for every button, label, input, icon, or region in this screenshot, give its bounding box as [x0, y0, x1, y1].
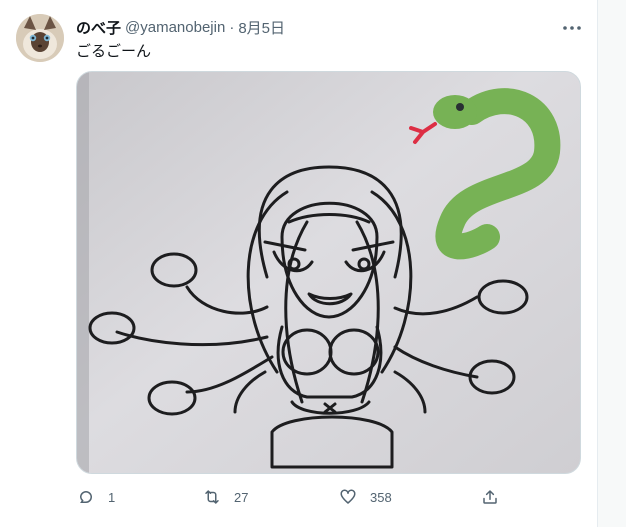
separator-dot: · — [229, 19, 235, 36]
like-icon — [338, 487, 358, 507]
medusa-drawing-photo — [77, 72, 580, 473]
tweet-text: ごるごーん — [76, 43, 152, 60]
avatar[interactable] — [16, 14, 64, 62]
like-count: 358 — [370, 489, 392, 505]
retweet-button[interactable]: 27 — [202, 484, 248, 510]
author-handle[interactable]: @yamanobejin — [125, 19, 225, 36]
share-icon — [480, 487, 500, 507]
cat-avatar-image — [16, 14, 64, 62]
retweet-icon — [202, 487, 222, 507]
more-button[interactable] — [560, 18, 584, 38]
tweet-card[interactable]: のべ子 @yamanobejin · 8月5日 ごるごーん 1 27 358 — [0, 0, 598, 527]
retweet-count: 27 — [234, 489, 249, 505]
like-button[interactable]: 358 — [338, 484, 392, 510]
reply-button[interactable]: 1 — [76, 484, 115, 510]
author-name[interactable]: のべ子 — [76, 17, 121, 38]
reply-count: 1 — [108, 489, 116, 505]
share-button[interactable] — [480, 484, 500, 510]
more-horizontal-icon — [563, 26, 581, 30]
tweet-date[interactable]: 8月5日 — [238, 17, 285, 38]
tweet-header: のべ子 @yamanobejin · 8月5日 — [76, 17, 285, 38]
reply-icon — [76, 487, 96, 507]
tweet-actions: 1 27 358 — [76, 484, 497, 510]
tweet-media[interactable] — [76, 71, 581, 474]
